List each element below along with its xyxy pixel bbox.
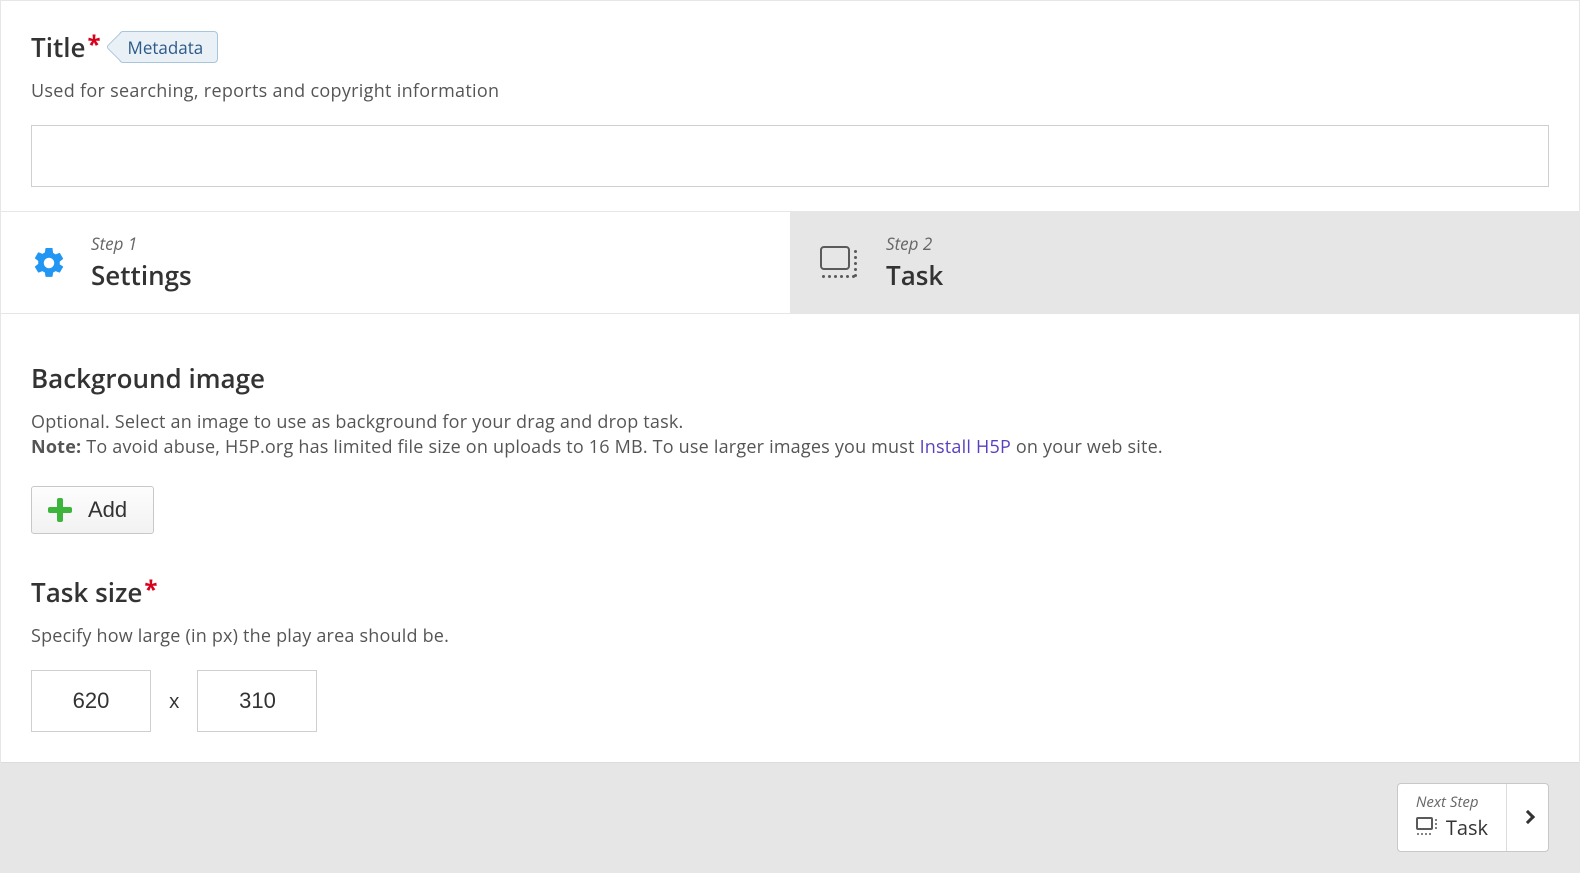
background-image-heading: Background image bbox=[31, 360, 1549, 396]
task-size-description: Specify how large (in px) the play area … bbox=[31, 624, 1549, 649]
background-image-description: Optional. Select an image to use as back… bbox=[31, 410, 1549, 460]
chevron-right-icon bbox=[1520, 810, 1534, 824]
step-1-name: Settings bbox=[91, 257, 192, 293]
dimension-separator: x bbox=[169, 687, 179, 714]
title-description: Used for searching, reports and copyrigh… bbox=[31, 79, 1549, 103]
required-asterisk: * bbox=[144, 573, 157, 606]
step-1-settings[interactable]: Step 1 Settings bbox=[1, 212, 790, 313]
next-step-arrow bbox=[1506, 784, 1548, 851]
task-height-input[interactable] bbox=[197, 670, 317, 732]
metadata-tag-label: Metadata bbox=[128, 36, 204, 59]
step-2-label: Step 2 bbox=[886, 232, 943, 255]
step-2-name: Task bbox=[886, 257, 943, 293]
step-1-label: Step 1 bbox=[91, 232, 192, 255]
next-step-name: Task bbox=[1446, 814, 1488, 841]
task-width-input[interactable] bbox=[31, 670, 151, 732]
next-step-button[interactable]: Next Step Task bbox=[1397, 783, 1549, 852]
monitor-icon bbox=[1416, 817, 1440, 837]
add-button-label: Add bbox=[88, 497, 127, 523]
next-step-label: Next Step bbox=[1416, 792, 1479, 812]
steps-tabs: Step 1 Settings Step 2 Task bbox=[1, 211, 1579, 314]
install-h5p-link[interactable]: Install H5P bbox=[920, 435, 1011, 459]
monitor-icon bbox=[820, 246, 862, 280]
task-size-heading: Task size* bbox=[31, 574, 1549, 610]
title-label: Title* bbox=[31, 29, 101, 65]
title-input[interactable] bbox=[31, 125, 1549, 187]
step-2-task[interactable]: Step 2 Task bbox=[790, 212, 1579, 313]
metadata-tag-button[interactable]: Metadata bbox=[119, 31, 219, 63]
gear-icon bbox=[31, 245, 67, 281]
add-button[interactable]: Add bbox=[31, 486, 154, 534]
plus-icon bbox=[48, 498, 72, 522]
required-asterisk: * bbox=[87, 28, 100, 61]
